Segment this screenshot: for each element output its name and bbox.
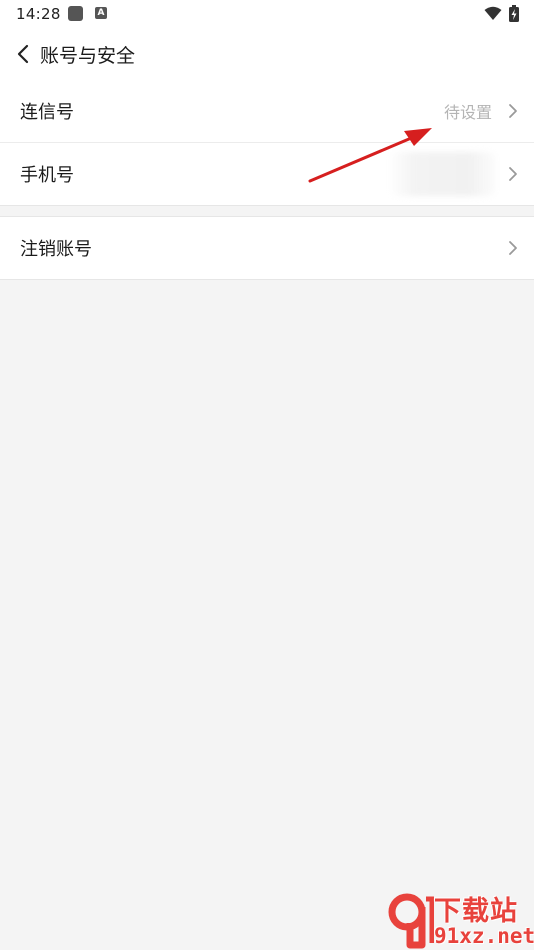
watermark-text-cn: 下载站 bbox=[434, 896, 518, 927]
header-bar: 账号与安全 bbox=[0, 28, 534, 80]
row-lianxin-id[interactable]: 连信号 待设置 bbox=[0, 80, 534, 142]
status-bar: 14:28 A bbox=[0, 0, 534, 28]
chevron-right-icon bbox=[509, 167, 517, 181]
row-label: 手机号 bbox=[20, 165, 74, 186]
app-square-icon bbox=[68, 6, 83, 21]
chevron-right-icon bbox=[509, 104, 517, 118]
blurred-phone-value bbox=[388, 152, 496, 196]
account-cancel-group: 注销账号 bbox=[0, 217, 534, 280]
row-label: 注销账号 bbox=[20, 239, 92, 260]
row-cancel-account[interactable]: 注销账号 bbox=[0, 217, 534, 279]
watermark-text-en: 91xz.net bbox=[434, 924, 534, 948]
a-badge-icon: A bbox=[95, 7, 107, 19]
site-logo-icon bbox=[388, 893, 434, 949]
row-label: 连信号 bbox=[20, 102, 74, 123]
chevron-right-icon bbox=[509, 241, 517, 255]
chevron-left-icon[interactable] bbox=[14, 43, 34, 65]
top-area: 14:28 A 账号与安全 bbox=[0, 0, 534, 80]
row-phone-number[interactable]: 手机号 bbox=[0, 143, 534, 205]
page-title: 账号与安全 bbox=[40, 45, 136, 67]
wifi-icon bbox=[484, 6, 502, 20]
battery-charging-icon bbox=[509, 5, 519, 22]
account-settings-group: 连信号 待设置 手机号 bbox=[0, 80, 534, 206]
status-time: 14:28 bbox=[16, 5, 61, 23]
row-value: 待设置 bbox=[443, 103, 492, 122]
watermark: 下载站 91xz.net bbox=[388, 885, 534, 950]
section-gap bbox=[0, 206, 534, 217]
